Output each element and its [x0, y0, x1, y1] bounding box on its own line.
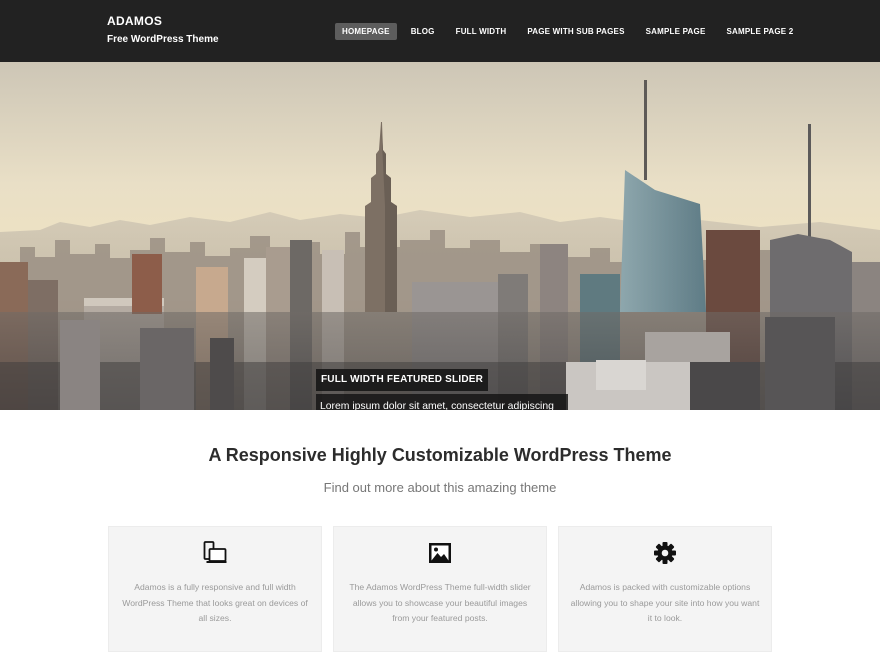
intro-heading: A Responsive Highly Customizable WordPre…: [208, 445, 672, 465]
devices-icon: [203, 541, 227, 563]
feature-box-responsive: Adamos is a fully responsive and full wi…: [108, 526, 322, 652]
main-navigation: HOMEPAGE BLOG FULL WIDTH PAGE WITH SUB P…: [335, 23, 807, 40]
feature-box-customizable: Adamos is packed with customizable optio…: [558, 526, 772, 652]
feature-text: Adamos is a fully responsive and full wi…: [122, 582, 308, 623]
featured-slider[interactable]: FULL WIDTH FEATURED SLIDER Lorem ipsum d…: [0, 62, 880, 410]
nav-item-sample-page-2[interactable]: SAMPLE PAGE 2: [719, 23, 800, 40]
nav-item-full-width[interactable]: FULL WIDTH: [449, 23, 514, 40]
nav-item-blog[interactable]: BLOG: [404, 23, 442, 40]
site-title[interactable]: ADAMOS: [107, 14, 219, 28]
site-tagline: Free WordPress Theme: [107, 34, 219, 45]
site-branding: ADAMOS Free WordPress Theme: [107, 14, 219, 46]
nav-item-sample-page[interactable]: SAMPLE PAGE: [639, 23, 713, 40]
gear-icon: [654, 542, 676, 564]
feature-box-slider: The Adamos WordPress Theme full-width sl…: [333, 526, 547, 652]
intro-subheading: Find out more about this amazing theme: [323, 480, 557, 495]
site-header: ADAMOS Free WordPress Theme HOMEPAGE BLO…: [0, 0, 880, 62]
feature-text: The Adamos WordPress Theme full-width sl…: [349, 582, 531, 623]
image-icon: [429, 543, 451, 563]
nav-item-page-with-sub-pages[interactable]: PAGE WITH SUB PAGES: [520, 23, 631, 40]
city-skyline-image: [0, 62, 880, 410]
slider-caption-title[interactable]: FULL WIDTH FEATURED SLIDER: [316, 369, 489, 391]
slider-caption-text: Lorem ipsum dolor sit amet, consectetur …: [316, 394, 568, 410]
feature-text: Adamos is packed with customizable optio…: [570, 582, 760, 623]
nav-item-homepage[interactable]: HOMEPAGE: [335, 23, 397, 40]
